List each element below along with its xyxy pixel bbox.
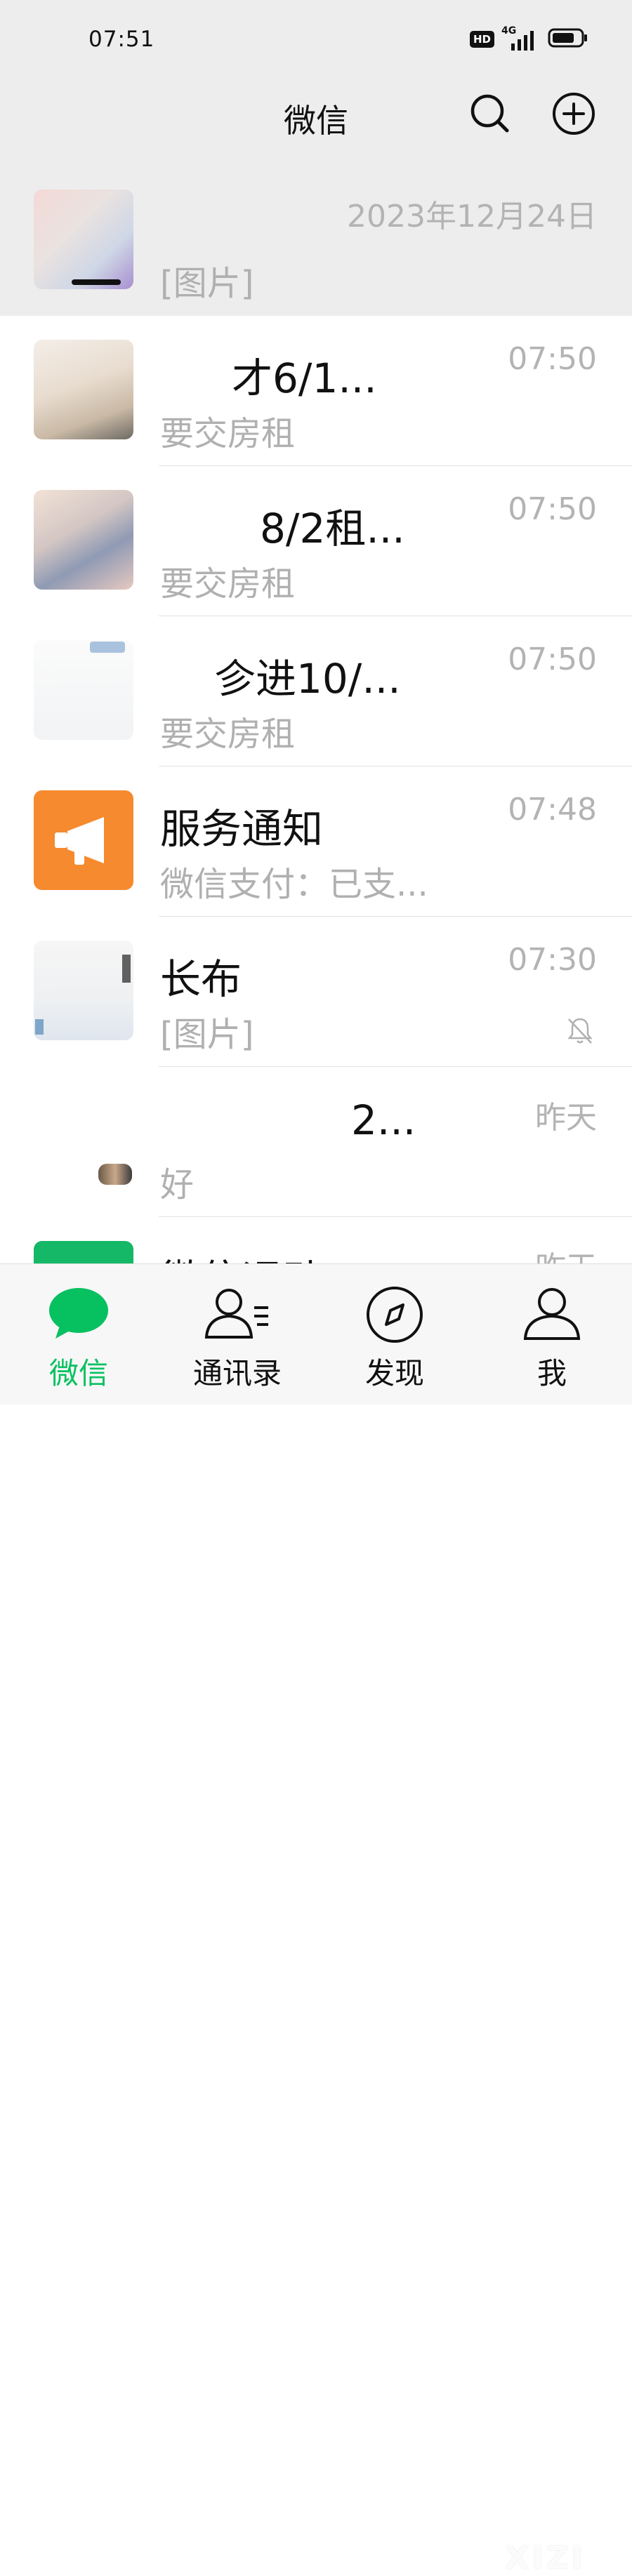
chat-row[interactable]: 2... 昨天 好: [0, 1067, 632, 1217]
chat-name: 才6/1...: [232, 354, 377, 402]
chat-time: 2023年12月24日: [347, 199, 597, 234]
bottom-tab-bar: 微信 通讯录 发现 我 XIZI: [0, 1263, 632, 2576]
chat-name: 㐱进10/...: [215, 655, 401, 703]
chat-bubble-icon: [49, 1288, 108, 1339]
chat-time: 昨天: [535, 1100, 597, 1136]
avatar: [34, 340, 133, 439]
chat-name: 长布: [160, 955, 242, 1003]
chat-preview: [图片]: [160, 1015, 254, 1054]
avatar: [34, 640, 133, 740]
avatar: [34, 490, 133, 590]
tab-label: 通讯录: [192, 1356, 282, 1390]
avatar: [34, 941, 133, 1040]
chat-row[interactable]: 8/2租... 07:50 要交房租: [0, 466, 632, 616]
chat-preview: 要交房租: [160, 414, 296, 453]
service-notification-avatar: [34, 790, 133, 890]
tab-label: 微信: [48, 1356, 108, 1390]
tab-label: 我: [536, 1356, 567, 1390]
tab-label: 发现: [364, 1356, 424, 1390]
contacts-icon: [204, 1289, 268, 1339]
chat-name: 2...: [351, 1096, 416, 1144]
status-icons: HD 4G: [469, 25, 588, 52]
chat-preview: 要交房租: [160, 564, 296, 604]
chat-preview: 微信支付：已支...: [160, 865, 428, 904]
chat-name: 服务通知: [160, 805, 324, 853]
chat-name: 8/2租...: [260, 505, 405, 552]
chat-row[interactable]: 2023年12月24日 [图片]: [0, 166, 632, 316]
chat-time: 07:50: [508, 491, 597, 527]
page-title: 微信: [284, 102, 348, 140]
status-time: 07:51: [88, 27, 155, 52]
chat-preview: 要交房租: [160, 715, 296, 754]
mute-bell-icon: [567, 1018, 593, 1044]
chat-preview: 好: [160, 1165, 195, 1204]
avatar: [34, 190, 133, 289]
chat-name: 微信运动: [160, 1247, 323, 1263]
chat-time: 07:50: [508, 642, 597, 677]
wechat-sports-avatar: [34, 1241, 133, 1263]
chat-row[interactable]: 服务通知 07:48 微信支付：已支...: [0, 766, 632, 917]
chat-preview: [图片]: [160, 264, 254, 303]
watermark: XIZI: [505, 2540, 586, 2576]
chat-list: 2023年12月24日 [图片] 才6/1... 07:50 要交房租 8/2租…: [0, 166, 632, 1263]
tab-discover[interactable]: 发现: [331, 1264, 458, 1405]
avatar: [34, 1091, 133, 1190]
add-button[interactable]: [548, 88, 599, 139]
chat-row[interactable]: 㐱进10/... 07:50 要交房租: [0, 616, 632, 766]
search-button[interactable]: [465, 88, 515, 139]
chat-time: 07:48: [508, 792, 597, 828]
compass-icon: [367, 1287, 423, 1343]
battery-icon: [548, 27, 588, 51]
chat-row[interactable]: 长布 07:30 [图片]: [0, 917, 632, 1067]
tab-contacts[interactable]: 通讯录: [174, 1264, 301, 1405]
chat-time: 07:30: [508, 942, 597, 978]
megaphone-icon: [55, 817, 104, 865]
hd-badge: HD: [469, 31, 494, 48]
chat-row[interactable]: 微信运动 昨天: [0, 1217, 632, 1263]
chat-time: 昨天: [535, 1242, 597, 1263]
person-icon: [523, 1288, 581, 1340]
tab-me[interactable]: 我: [489, 1264, 615, 1405]
chat-row[interactable]: 才6/1... 07:50 要交房租: [0, 316, 632, 466]
search-icon: [470, 94, 509, 133]
tab-chats[interactable]: 微信: [15, 1264, 142, 1405]
plus-circle-icon: [553, 93, 595, 135]
top-bar: 微信: [0, 79, 632, 166]
status-bar: 07:51 HD 4G: [0, 0, 632, 79]
signal-icon: 4G: [501, 25, 541, 52]
chat-time: 07:50: [508, 341, 597, 377]
